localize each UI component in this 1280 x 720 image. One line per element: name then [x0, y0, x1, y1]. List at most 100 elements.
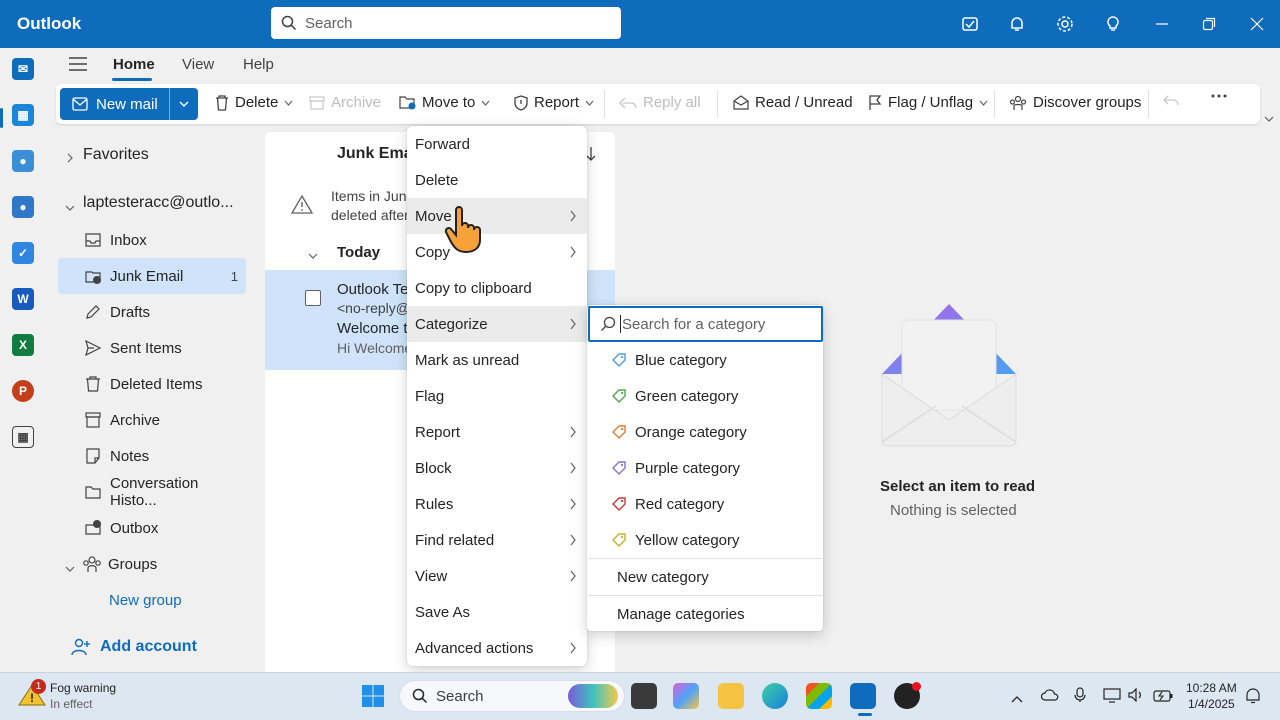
minimize-icon[interactable]: [1150, 12, 1174, 36]
my-day-icon[interactable]: [958, 12, 982, 36]
clock-date[interactable]: 1/4/2025: [1188, 697, 1235, 711]
context-menu-move[interactable]: Move: [407, 198, 587, 234]
more-apps-icon[interactable]: ▦: [12, 426, 34, 448]
context-menu-advanced-actions[interactable]: Advanced actions: [407, 630, 587, 666]
context-menu-flag[interactable]: Flag: [407, 378, 587, 414]
favorites-header[interactable]: Favorites: [83, 146, 149, 164]
notification-icon[interactable]: [1245, 688, 1261, 707]
chevron-down-icon[interactable]: [308, 247, 318, 263]
context-menu-label: Save As: [415, 603, 471, 621]
sidebar-item-inbox[interactable]: Inbox: [58, 222, 246, 258]
windows-start-icon[interactable]: [361, 684, 385, 711]
more-options-button[interactable]: [1211, 94, 1227, 98]
new-category-item[interactable]: New category: [617, 569, 709, 586]
chevron-down-icon[interactable]: [65, 560, 75, 576]
gear-icon[interactable]: [1053, 12, 1077, 36]
reply-all-button[interactable]: Reply all: [619, 94, 701, 111]
task-view-icon[interactable]: [631, 683, 657, 709]
excel-app-icon[interactable]: X: [12, 334, 34, 356]
volume-icon[interactable]: [1128, 687, 1144, 705]
store-icon[interactable]: [806, 683, 832, 709]
lightbulb-icon[interactable]: [1101, 12, 1125, 36]
restore-icon[interactable]: [1197, 12, 1221, 36]
read-unread-button[interactable]: Read / Unread: [733, 94, 853, 111]
tab-help[interactable]: Help: [243, 56, 274, 73]
new-mail-label: New mail: [96, 95, 158, 113]
category-item-purple[interactable]: Purple category: [587, 450, 823, 486]
delete-button[interactable]: Delete: [215, 94, 293, 111]
account-header[interactable]: laptesteracc@outlo...: [83, 194, 234, 212]
edge-icon[interactable]: [762, 683, 788, 709]
menu-icon[interactable]: [68, 56, 88, 75]
category-item-yellow[interactable]: Yellow category: [587, 522, 823, 558]
context-menu-report[interactable]: Report: [407, 414, 587, 450]
sidebar-item-deleted-items[interactable]: Deleted Items: [58, 366, 246, 402]
calendar-app-icon[interactable]: ▦: [12, 104, 34, 126]
chevron-up-icon[interactable]: [1011, 690, 1023, 706]
ribbon-expand-icon[interactable]: [1264, 109, 1274, 125]
context-menu-categorize[interactable]: Categorize: [407, 306, 587, 342]
sidebar-item-drafts[interactable]: Drafts: [58, 294, 246, 330]
sidebar-item-notes[interactable]: Notes: [58, 438, 246, 474]
sidebar-item-junk-email[interactable]: Junk Email 1: [58, 258, 246, 294]
battery-icon[interactable]: [1153, 689, 1173, 705]
new-group-link[interactable]: New group: [109, 592, 182, 609]
group-today-header[interactable]: Today: [337, 244, 380, 261]
context-menu-find-related[interactable]: Find related: [407, 522, 587, 558]
message-checkbox[interactable]: [305, 290, 321, 306]
category-item-red[interactable]: Red category: [587, 486, 823, 522]
new-mail-button[interactable]: New mail: [60, 88, 198, 120]
category-item-blue[interactable]: Blue category: [587, 342, 823, 378]
groups-app-icon[interactable]: ●: [12, 196, 34, 218]
flag-unflag-button[interactable]: Flag / Unflag: [868, 94, 988, 111]
undo-button[interactable]: [1163, 94, 1179, 108]
add-account-link[interactable]: Add account: [100, 638, 197, 656]
groups-header[interactable]: Groups: [108, 556, 157, 573]
context-menu-forward[interactable]: Forward: [407, 126, 587, 162]
manage-categories-item[interactable]: Manage categories: [617, 606, 745, 623]
taskbar-search[interactable]: Search: [399, 680, 625, 712]
word-app-icon[interactable]: W: [12, 288, 34, 310]
context-menu-delete[interactable]: Delete: [407, 162, 587, 198]
notes-icon: [84, 447, 102, 465]
category-search-input[interactable]: Search for a category: [588, 306, 823, 342]
new-mail-dropdown[interactable]: [170, 88, 198, 120]
sort-arrow-icon[interactable]: [586, 146, 596, 165]
context-menu-rules[interactable]: Rules: [407, 486, 587, 522]
context-menu-view[interactable]: View: [407, 558, 587, 594]
sidebar-item-sent-items[interactable]: Sent Items: [58, 330, 246, 366]
sidebar-item-conversation-histo[interactable]: Conversation Histo...: [58, 474, 246, 510]
category-item-orange[interactable]: Orange category: [587, 414, 823, 450]
context-menu-save-as[interactable]: Save As: [407, 594, 587, 630]
mail-app-icon[interactable]: ✉: [12, 58, 34, 80]
archive-button[interactable]: Archive: [309, 94, 381, 111]
tab-home[interactable]: Home: [113, 56, 155, 73]
copilot-icon[interactable]: [673, 683, 699, 709]
category-item-green[interactable]: Green category: [587, 378, 823, 414]
move-to-button[interactable]: Move to: [399, 94, 490, 111]
monitor-icon[interactable]: [1103, 688, 1121, 706]
close-icon[interactable]: [1245, 12, 1269, 36]
people-app-icon[interactable]: ●: [12, 150, 34, 172]
context-menu-copy[interactable]: Copy: [407, 234, 587, 270]
todo-app-icon[interactable]: ✓: [12, 242, 34, 264]
search-input[interactable]: Search: [271, 7, 621, 39]
file-explorer-icon[interactable]: [718, 683, 744, 709]
context-menu-block[interactable]: Block: [407, 450, 587, 486]
microphone-icon[interactable]: [1074, 687, 1086, 706]
sidebar-item-outbox[interactable]: Outbox: [58, 510, 246, 546]
report-button[interactable]: Report: [514, 94, 594, 111]
chevron-down-icon[interactable]: [65, 199, 75, 215]
tab-view[interactable]: View: [182, 56, 214, 73]
clock-time[interactable]: 10:28 AM: [1186, 681, 1237, 695]
outlook-taskbar-icon[interactable]: [850, 683, 876, 709]
weather-title[interactable]: Fog warning: [50, 681, 116, 695]
bell-icon[interactable]: [1005, 12, 1029, 36]
powerpoint-app-icon[interactable]: P: [12, 380, 34, 402]
context-menu-copy-to-clipboard[interactable]: Copy to clipboard: [407, 270, 587, 306]
context-menu-mark-as-unread[interactable]: Mark as unread: [407, 342, 587, 378]
sidebar-item-archive[interactable]: Archive: [58, 402, 246, 438]
chevron-right-icon[interactable]: [66, 150, 74, 166]
discover-groups-button[interactable]: Discover groups: [1009, 94, 1141, 111]
cloud-icon[interactable]: [1040, 688, 1059, 705]
